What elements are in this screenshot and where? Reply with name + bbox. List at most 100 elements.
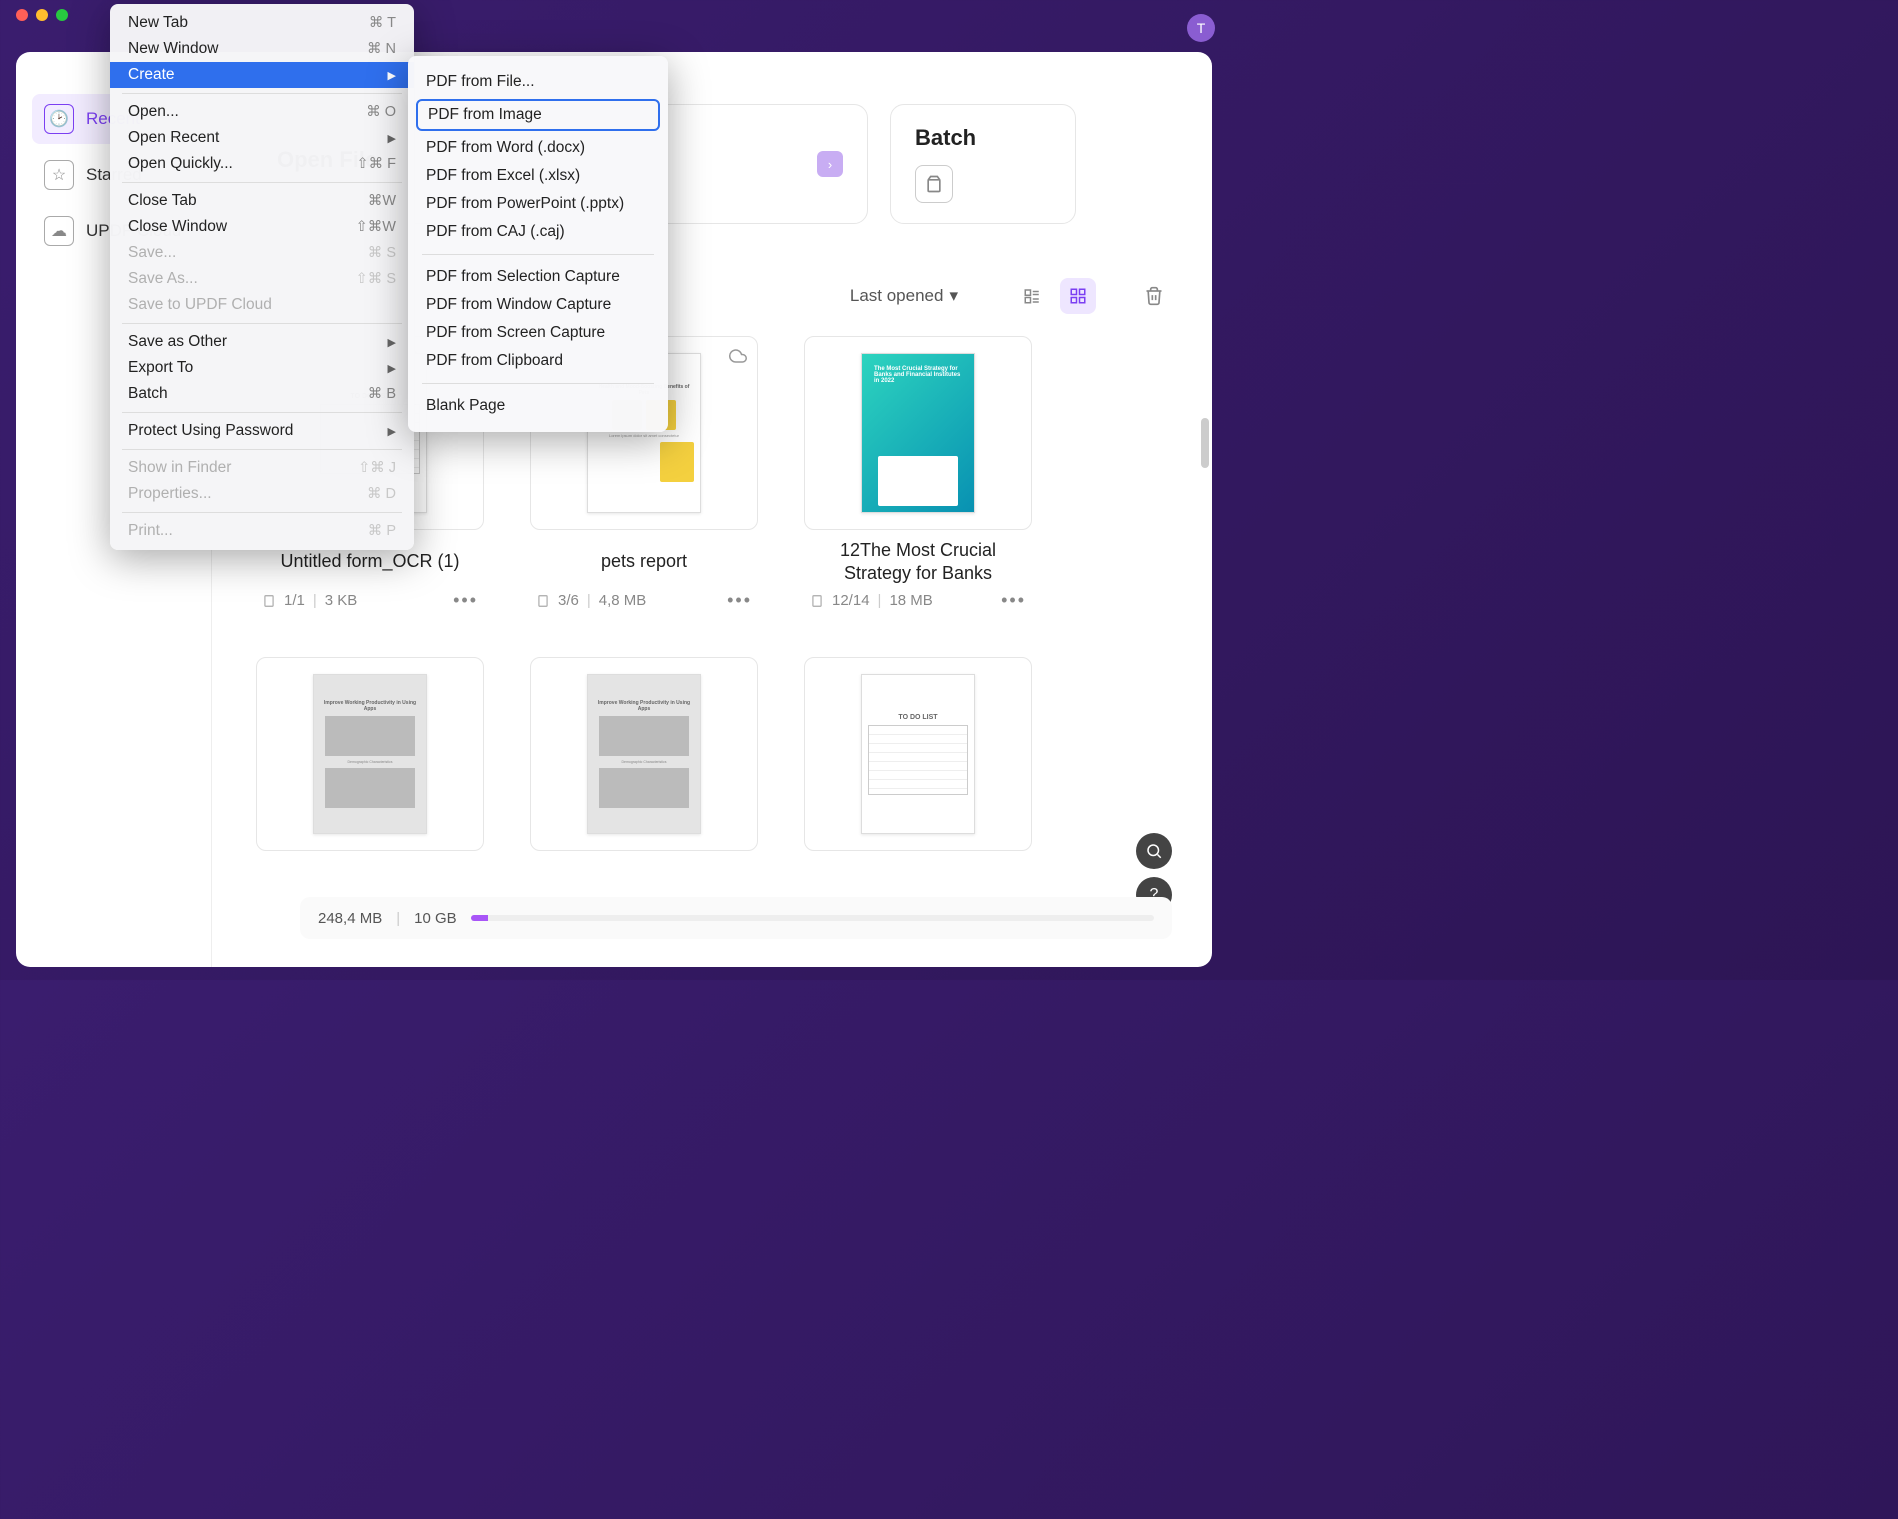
menu-item[interactable]: Open...⌘ O bbox=[110, 99, 414, 125]
cloud-icon: ☁ bbox=[44, 216, 74, 246]
view-list-button[interactable] bbox=[1014, 278, 1050, 314]
traffic-zoom[interactable] bbox=[56, 9, 68, 21]
document-size: 4,8 MB bbox=[599, 592, 647, 609]
chevron-right-icon: ▶ bbox=[388, 425, 396, 438]
storage-progress-fill bbox=[471, 915, 488, 921]
view-grid-button[interactable] bbox=[1060, 278, 1096, 314]
menu-shortcut: ⌘ S bbox=[368, 245, 396, 261]
menu-item: Show in Finder ⇧⌘ J bbox=[110, 455, 414, 481]
search-icon bbox=[1145, 842, 1163, 860]
document-thumbnail: Improve Working Productivity in Using Ap… bbox=[256, 657, 484, 851]
profile-avatar[interactable]: T bbox=[1187, 14, 1215, 42]
document-pages: 1/1 bbox=[284, 592, 305, 609]
batch-title: Batch bbox=[915, 125, 1051, 151]
sort-dropdown[interactable]: Last opened ▾ bbox=[850, 286, 958, 306]
document-tile[interactable]: Improve Working Productivity in Using Ap… bbox=[530, 657, 758, 851]
scrollbar-thumb[interactable] bbox=[1201, 418, 1209, 468]
menu-item[interactable]: Open Recent▶ bbox=[110, 125, 414, 151]
menu-item[interactable]: Close Window ⇧⌘W bbox=[110, 214, 414, 240]
menu-shortcut: ⇧⌘ J bbox=[358, 460, 396, 476]
menu-item[interactable]: Open Quickly...⇧⌘ F bbox=[110, 151, 414, 177]
menu-item-label: Protect Using Password bbox=[128, 422, 293, 440]
menu-item[interactable]: New Tab ⌘ T bbox=[110, 10, 414, 36]
menu-item-label: New Tab bbox=[128, 14, 188, 32]
menu-shortcut: ⌘ T bbox=[369, 15, 396, 31]
menu-divider bbox=[122, 182, 402, 183]
create-submenu[interactable]: PDF from File... PDF from Image PDF from W… bbox=[408, 56, 668, 432]
menu-shortcut: ⌘ B bbox=[368, 386, 396, 402]
submenu-item[interactable]: PDF from PowerPoint (.pptx) bbox=[408, 190, 668, 218]
document-size: 3 KB bbox=[325, 592, 358, 609]
menu-item-label: Create bbox=[128, 66, 175, 84]
menu-item-label: Open Recent bbox=[128, 129, 219, 147]
menu-shortcut: ⌘ N bbox=[367, 41, 396, 57]
page-icon bbox=[810, 594, 824, 608]
submenu-item[interactable]: PDF from Screen Capture bbox=[408, 319, 668, 347]
document-tile[interactable]: The Most Crucial Strategy for Banks and … bbox=[804, 336, 1032, 611]
chevron-right-icon: › bbox=[828, 157, 832, 172]
submenu-item[interactable]: PDF from CAJ (.caj) bbox=[408, 218, 668, 246]
menu-shortcut: ⌘ D bbox=[367, 486, 396, 502]
file-menu[interactable]: New Tab ⌘ T New Window ⌘ N Create ▶ Open...⌘ O… bbox=[110, 4, 414, 550]
traffic-minimize[interactable] bbox=[36, 9, 48, 21]
traffic-close[interactable] bbox=[16, 9, 28, 21]
storage-total: 10 GB bbox=[414, 910, 457, 927]
submenu-item[interactable]: PDF from Clipboard bbox=[408, 347, 668, 375]
menu-item-label: Export To bbox=[128, 359, 193, 377]
submenu-item[interactable]: PDF from Image bbox=[416, 99, 660, 131]
menu-divider bbox=[122, 512, 402, 513]
menu-item[interactable]: Close Tab⌘W bbox=[110, 188, 414, 214]
menu-item-label: Save to UPDF Cloud bbox=[128, 296, 272, 314]
menu-item-label: Save As... bbox=[128, 270, 198, 288]
submenu-item[interactable]: PDF from Window Capture bbox=[408, 291, 668, 319]
menu-item-label: Properties... bbox=[128, 485, 212, 503]
delete-button[interactable] bbox=[1136, 278, 1172, 314]
menu-divider bbox=[122, 93, 402, 94]
menu-shortcut: ⌘ P bbox=[368, 523, 396, 539]
menu-item: Save As...⇧⌘ S bbox=[110, 266, 414, 292]
menu-item-label: Open... bbox=[128, 103, 179, 121]
submenu-item[interactable]: PDF from Word (.docx) bbox=[408, 134, 668, 162]
menu-item-label: Close Tab bbox=[128, 192, 197, 210]
submenu-item[interactable]: PDF from Selection Capture bbox=[408, 263, 668, 291]
submenu-item[interactable]: Blank Page bbox=[408, 392, 668, 420]
menu-item: Properties... ⌘ D bbox=[110, 481, 414, 507]
menu-item[interactable]: Export To▶ bbox=[110, 355, 414, 381]
document-title: pets report bbox=[530, 538, 758, 586]
cloud-sync-icon bbox=[729, 347, 747, 370]
menu-item[interactable]: Batch⌘ B bbox=[110, 381, 414, 407]
menu-item-label: Close Window bbox=[128, 218, 227, 236]
star-icon: ☆ bbox=[44, 160, 74, 190]
menu-item[interactable]: Create ▶ bbox=[110, 62, 414, 88]
sort-label-text: Last opened bbox=[850, 286, 944, 306]
menu-item[interactable]: Protect Using Password ▶ bbox=[110, 418, 414, 444]
menu-item-label: Print... bbox=[128, 522, 173, 540]
menu-item-label: Show in Finder bbox=[128, 459, 231, 477]
document-pages: 12/14 bbox=[832, 592, 870, 609]
menu-shortcut: ⇧⌘ F bbox=[356, 156, 396, 172]
document-more-button[interactable]: ••• bbox=[453, 590, 478, 611]
document-pages: 3/6 bbox=[558, 592, 579, 609]
document-more-button[interactable]: ••• bbox=[1001, 590, 1026, 611]
submenu-item[interactable]: PDF from File... bbox=[408, 68, 668, 96]
document-tile[interactable]: TO DO LIST bbox=[804, 657, 1032, 851]
float-search-button[interactable] bbox=[1136, 833, 1172, 869]
document-meta: 12/14 | 18 MB ••• bbox=[804, 590, 1032, 611]
menu-item-label: New Window bbox=[128, 40, 218, 58]
submenu-divider bbox=[422, 383, 654, 384]
menu-shortcut: ⇧⌘W bbox=[356, 219, 396, 235]
menu-item[interactable]: New Window ⌘ N bbox=[110, 36, 414, 62]
menu-item[interactable]: Save as Other▶ bbox=[110, 329, 414, 355]
menu-item-label: Save as Other bbox=[128, 333, 227, 351]
collapse-card-button[interactable]: › bbox=[817, 151, 843, 177]
document-tile[interactable]: Improve Working Productivity in Using Ap… bbox=[256, 657, 484, 851]
document-more-button[interactable]: ••• bbox=[727, 590, 752, 611]
chevron-down-icon: ▾ bbox=[949, 286, 958, 306]
document-title: 12The Most Crucial Strategy for Banks bbox=[804, 538, 1032, 586]
submenu-item[interactable]: PDF from Excel (.xlsx) bbox=[408, 162, 668, 190]
menu-divider bbox=[122, 449, 402, 450]
chevron-right-icon: ▶ bbox=[388, 69, 396, 82]
thumbnail-page: TO DO LIST bbox=[861, 674, 975, 834]
batch-card[interactable]: Batch bbox=[890, 104, 1076, 224]
thumbnail-page: Improve Working Productivity in Using Ap… bbox=[313, 674, 427, 834]
